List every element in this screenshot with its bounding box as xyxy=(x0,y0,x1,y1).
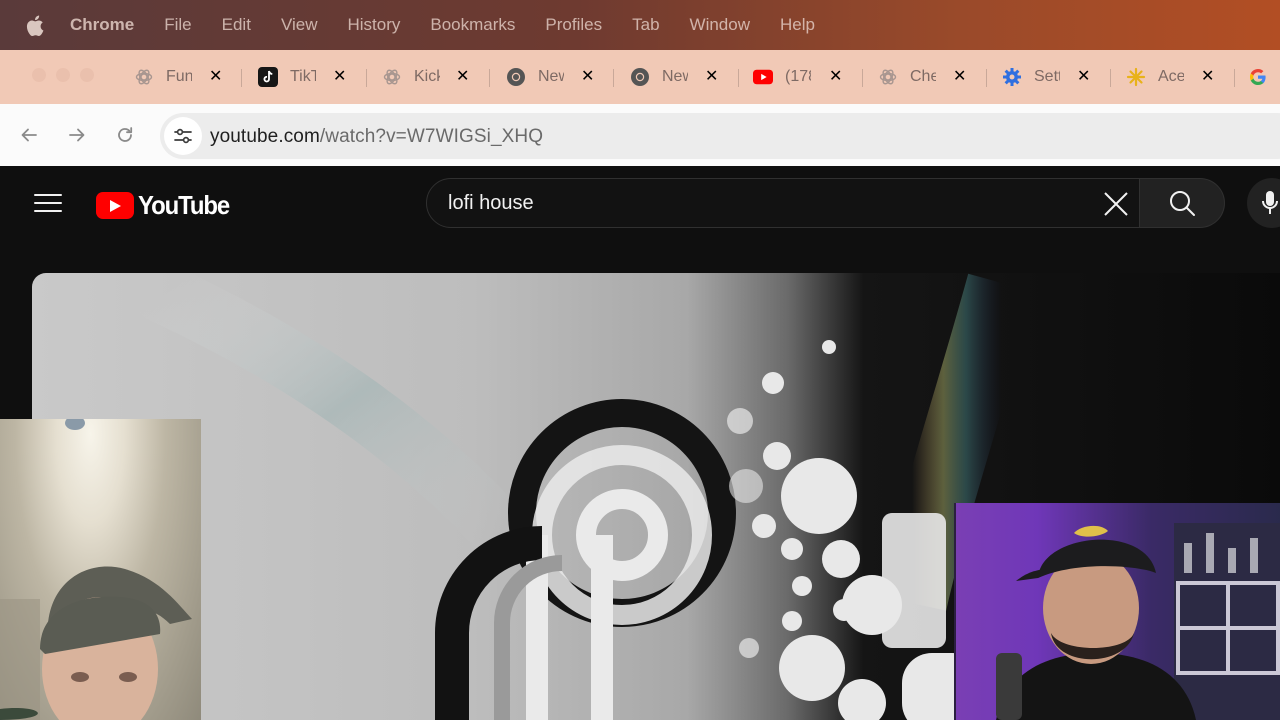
arrow-left-icon xyxy=(21,128,37,142)
close-tab-icon[interactable]: ✕ xyxy=(829,66,842,86)
close-tab-icon[interactable]: ✕ xyxy=(1201,66,1214,86)
person-webcam-image xyxy=(0,419,192,720)
tab-label: TikT xyxy=(290,68,316,85)
search-input[interactable]: lofi house xyxy=(426,178,1140,228)
close-tab-icon[interactable]: ✕ xyxy=(705,66,718,86)
site-settings-icon[interactable] xyxy=(164,117,202,155)
search-button[interactable] xyxy=(1140,178,1225,228)
close-tab-icon[interactable]: ✕ xyxy=(1077,66,1090,86)
tab-separator xyxy=(986,69,987,87)
tab-google[interactable] xyxy=(1248,63,1280,91)
youtube-icon xyxy=(753,67,773,87)
tab-separator xyxy=(1234,69,1235,87)
tab-separator xyxy=(613,69,614,87)
reload-button[interactable] xyxy=(110,120,140,150)
tab-separator xyxy=(738,69,739,87)
tab-new-1[interactable]: New xyxy=(506,63,564,91)
arrow-right-icon xyxy=(69,128,85,142)
tab-label: (178 xyxy=(785,68,811,85)
openai-icon xyxy=(134,67,154,87)
webcam-overlay-right xyxy=(954,503,1280,720)
url-domain: youtube.com xyxy=(210,126,320,147)
menu-help[interactable]: Help xyxy=(780,15,815,35)
tab-separator xyxy=(241,69,242,87)
macos-menu-bar: Chrome File Edit View History Bookmarks … xyxy=(0,0,1280,50)
clear-search-button[interactable] xyxy=(1099,187,1133,221)
tab-youtube[interactable]: (178 xyxy=(753,63,811,91)
tab-label: Fun xyxy=(166,68,192,85)
tab-separator xyxy=(489,69,490,87)
openai-icon xyxy=(382,67,402,87)
menu-app-chrome[interactable]: Chrome xyxy=(70,15,134,35)
close-tab-icon[interactable]: ✕ xyxy=(581,66,594,86)
tab-label: Kick xyxy=(414,68,440,85)
tab-settings[interactable]: Setti xyxy=(1002,63,1060,91)
forward-button[interactable] xyxy=(62,120,92,150)
chrome-icon xyxy=(506,67,526,87)
search-icon xyxy=(1170,191,1195,216)
youtube-logo[interactable]: YouTube xyxy=(96,190,237,221)
menu-file[interactable]: File xyxy=(164,15,191,35)
menu-history[interactable]: History xyxy=(347,15,400,35)
tab-separator xyxy=(366,69,367,87)
menu-view[interactable]: View xyxy=(281,15,318,35)
close-tab-icon[interactable]: ✕ xyxy=(953,66,966,86)
close-tab-icon[interactable]: ✕ xyxy=(209,66,222,86)
menu-window[interactable]: Window xyxy=(690,15,750,35)
tab-label: New xyxy=(538,68,564,85)
traffic-lights-icon xyxy=(32,68,94,82)
tab-strip: Fun ✕ TikT ✕ Kick ✕ New ✕ New ✕ xyxy=(0,50,1280,104)
menu-icon[interactable] xyxy=(34,194,62,216)
menu-profiles[interactable]: Profiles xyxy=(545,15,602,35)
gear-icon xyxy=(1002,67,1022,87)
tab-kick[interactable]: Kick xyxy=(382,63,440,91)
close-tab-icon[interactable]: ✕ xyxy=(333,66,346,86)
tab-separator xyxy=(1110,69,1111,87)
tab-label: Che xyxy=(910,68,936,85)
openai-icon xyxy=(878,67,898,87)
microphone-icon xyxy=(1262,191,1278,214)
tab-label: Setti xyxy=(1034,68,1060,85)
menu-edit[interactable]: Edit xyxy=(222,15,251,35)
tiktok-icon xyxy=(258,67,278,87)
search-query[interactable]: lofi house xyxy=(448,192,534,215)
close-tab-icon[interactable]: ✕ xyxy=(456,66,469,86)
reload-icon xyxy=(118,127,133,142)
back-button[interactable] xyxy=(14,120,44,150)
tab-label: Ace xyxy=(1158,68,1184,85)
tab-new-2[interactable]: New xyxy=(630,63,688,91)
chrome-icon xyxy=(630,67,650,87)
browser-toolbar: youtube.com/watch?v=W7WIGSi_XHQ xyxy=(0,104,1280,167)
apple-menu-icon[interactable] xyxy=(26,14,46,36)
tab-ace[interactable]: Ace xyxy=(1126,63,1184,91)
tab-tiktok[interactable]: TikT xyxy=(258,63,316,91)
google-icon xyxy=(1248,67,1268,87)
youtube-wordmark: YouTube xyxy=(138,190,230,220)
menu-bookmarks[interactable]: Bookmarks xyxy=(430,15,515,35)
voice-search-button[interactable] xyxy=(1247,178,1280,228)
address-bar[interactable]: youtube.com/watch?v=W7WIGSi_XHQ xyxy=(160,113,1280,159)
tab-fun[interactable]: Fun xyxy=(134,63,192,91)
menu-tab[interactable]: Tab xyxy=(632,15,659,35)
url-text[interactable]: youtube.com/watch?v=W7WIGSi_XHQ xyxy=(210,126,543,148)
tab-separator xyxy=(862,69,863,87)
person-webcam-image xyxy=(996,523,1280,720)
webcam-overlay-left xyxy=(0,419,201,720)
tab-che[interactable]: Che xyxy=(878,63,936,91)
sparkle-icon xyxy=(1126,67,1146,87)
youtube-play-icon xyxy=(96,192,134,219)
close-icon xyxy=(1104,192,1128,216)
url-path: /watch?v=W7WIGSi_XHQ xyxy=(319,126,544,147)
tab-label: New xyxy=(662,68,688,85)
